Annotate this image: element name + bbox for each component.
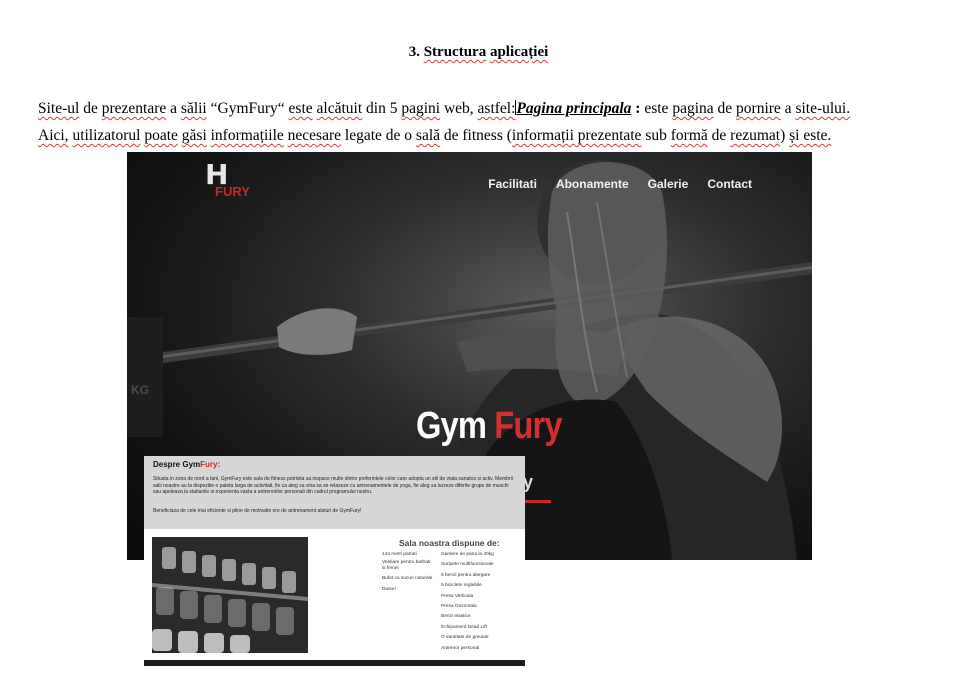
text-run: legate de o xyxy=(341,127,416,144)
text-run-bold: Pagina principala xyxy=(516,100,632,117)
heading-number: 3. xyxy=(408,44,420,60)
text-run: necesare xyxy=(287,127,342,144)
text-run: pornire xyxy=(736,100,781,117)
text-run: sălii xyxy=(180,100,207,117)
text-run: alcătuit xyxy=(316,100,363,117)
text-run: și este. xyxy=(789,127,832,144)
text-run: a xyxy=(780,100,796,117)
list-item: Echipament Dead Lift xyxy=(441,624,487,630)
text-run: astfel: xyxy=(477,100,516,117)
about-title-black: Despre Gym xyxy=(153,460,201,469)
list-item: 144 metri patrati xyxy=(382,552,417,557)
list-item: Vestiare pentru barbati si femei xyxy=(382,560,431,571)
facilities-title: Sala noastra dispune de: xyxy=(399,538,500,548)
paragraph-line-1: Site-ul de prezentare a sălii “GymFury“ … xyxy=(38,100,918,118)
text-run: din 5 xyxy=(362,100,402,117)
list-item: Antrenor personal xyxy=(441,645,480,651)
text-run: : xyxy=(631,100,645,117)
list-item: 5 biciclete reglabile xyxy=(441,583,482,589)
heading-word: Structura xyxy=(423,44,487,60)
text-run: pagini xyxy=(401,100,441,117)
text-run: de xyxy=(713,100,737,117)
text-run: de xyxy=(707,127,731,144)
text-run: site-ului. xyxy=(795,100,851,117)
about-title: Despre GymFury: xyxy=(153,460,220,469)
section-heading: 3. Structura aplicației xyxy=(0,44,957,61)
list-item: O varietate de greutati xyxy=(441,635,489,641)
website-about-screenshot: Despre GymFury: Situata in zona de nord … xyxy=(144,456,525,666)
hero-brand-title: Gym Fury xyxy=(416,405,563,448)
text-run: rezumat xyxy=(730,127,781,144)
text-run: informațiile xyxy=(210,127,284,144)
text-run: formă xyxy=(670,127,708,144)
gymfury-logo[interactable]: H FURY xyxy=(201,158,253,202)
facilities-list-right: Gantere de pana la 40kg Suripete multifu… xyxy=(441,550,494,654)
text-run: a xyxy=(166,100,181,117)
main-nav: Facilitati Abonamente Galerie Contact xyxy=(488,177,752,191)
list-item: 5 benzi pentru alergare xyxy=(441,572,491,578)
list-item: Gantere de pana la 40kg xyxy=(441,552,494,557)
text-run: “GymFury“ xyxy=(206,100,289,117)
about-description: Situata in zona de nord a tarii, GymFury… xyxy=(153,476,513,495)
text-run: este xyxy=(288,100,313,117)
text-run: sub xyxy=(641,127,671,144)
facilities-list-left: 144 metri patrati Vestiare pentru barbat… xyxy=(382,550,434,595)
list-item: Presa Verticala xyxy=(441,593,474,599)
list-item: Dusuri xyxy=(382,586,396,592)
list-item: Bufet cu sucuri naturale xyxy=(382,576,433,582)
heading-word: aplicației xyxy=(489,44,549,60)
text-run: utilizatorul xyxy=(72,127,141,144)
text-run: de fitness ( xyxy=(440,127,512,144)
text-run: este xyxy=(644,100,673,117)
about-footer-strip xyxy=(144,660,525,666)
brand-word-fury: Fury xyxy=(494,405,562,447)
list-item: Presa Orizontala xyxy=(441,604,477,610)
text-run: pagina xyxy=(672,100,714,117)
text-run: Aici, xyxy=(38,127,69,144)
text-run: ) xyxy=(780,127,790,144)
text-run: informații prezentate xyxy=(511,127,642,144)
text-run: web, xyxy=(440,100,478,117)
nav-item-abonamente[interactable]: Abonamente xyxy=(556,177,629,191)
nav-item-galerie[interactable]: Galerie xyxy=(648,177,689,191)
nav-item-facilitati[interactable]: Facilitati xyxy=(488,177,537,191)
nav-item-contact[interactable]: Contact xyxy=(707,177,752,191)
about-title-red: Fury: xyxy=(200,460,221,469)
text-run: de xyxy=(79,100,102,117)
logo-text: FURY xyxy=(215,184,250,199)
svg-text:KG: KG xyxy=(131,383,149,397)
about-header-panel: Despre GymFury: Situata in zona de nord … xyxy=(144,456,525,529)
paragraph-line-2: Aici, utilizatorul poate găsi informații… xyxy=(38,127,918,145)
text-run: poate xyxy=(144,127,178,144)
about-tagline: Beneficiaza de cele mai eficiente si pli… xyxy=(153,508,362,514)
text-run: sală xyxy=(415,127,441,144)
text-run: găsi xyxy=(181,127,207,144)
list-item: Suripete multifunctionale xyxy=(441,562,494,568)
list-item: Benzi elastice xyxy=(441,614,471,620)
text-run: Site-ul xyxy=(38,100,80,117)
dumbbell-rack-image xyxy=(152,537,308,653)
text-run: prezentare xyxy=(101,100,167,117)
brand-word-gym: Gym xyxy=(416,405,487,447)
